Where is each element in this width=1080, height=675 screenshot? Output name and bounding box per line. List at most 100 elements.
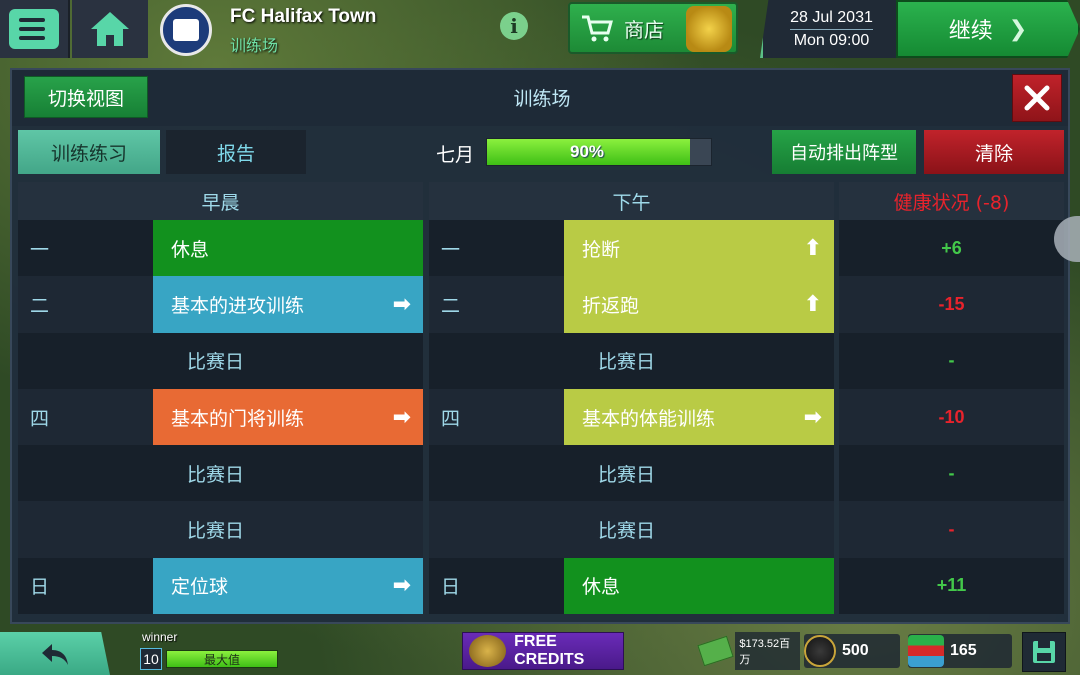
coin-icon <box>804 635 836 667</box>
level-badge: 10 <box>140 648 162 670</box>
day-label: 二 <box>441 294 461 317</box>
switch-view-button[interactable]: 切换视图 <box>24 76 148 118</box>
chips-display[interactable]: 165 <box>908 634 1012 668</box>
matchday-cell: 比赛日 <box>564 333 834 389</box>
tab-report[interactable]: 报告 <box>166 130 306 174</box>
morning-row: 一 休息 <box>18 220 423 277</box>
continue-button[interactable]: 继续 ❯ <box>896 0 1080 58</box>
health-value: -15 <box>839 276 1064 333</box>
time-text: Mon 09:00 <box>793 31 870 49</box>
cash-display: $173.52百万 <box>697 632 800 670</box>
matchday-cell: 比赛日 <box>153 333 423 389</box>
health-value: - <box>839 332 1064 389</box>
panel-header: 切换视图 训练场 <box>12 70 1068 126</box>
panel-title: 训练场 <box>513 88 571 110</box>
coins-amount: 500 <box>842 642 869 659</box>
back-button[interactable] <box>0 632 110 675</box>
training-session-button[interactable]: 折返跑 ⬆ <box>564 276 834 333</box>
training-session-button[interactable]: 抢断 ⬆ <box>564 220 834 277</box>
day-label <box>18 501 153 557</box>
health-value: +11 <box>839 557 1064 615</box>
day-label: 四 <box>441 407 461 430</box>
matchday-cell: 比赛日 <box>153 501 423 557</box>
day-label: 日 <box>30 576 50 599</box>
morning-header: 早晨 <box>18 182 423 220</box>
training-session-button[interactable]: 定位球 ➡ <box>153 557 423 615</box>
close-icon <box>1024 85 1050 111</box>
day-label <box>18 445 153 501</box>
afternoon-row: 比赛日 <box>429 501 834 558</box>
afternoon-column: 下午 一抢断 ⬆ 二折返跑 ⬆ 比赛日四基本的体能训练 ➡ 比赛日 比赛日日休息 <box>429 182 834 615</box>
auto-schedule-button[interactable]: 自动排出阵型 <box>772 130 916 174</box>
day-label <box>18 333 153 389</box>
arrow-up-icon: ⬆ <box>803 235 822 261</box>
session-label: 基本的门将训练 <box>171 407 305 430</box>
shop-button[interactable]: 商店 <box>568 2 738 54</box>
day-label: 二 <box>30 294 50 317</box>
morning-row: 比赛日 <box>18 445 423 502</box>
home-button[interactable] <box>72 0 148 58</box>
cash-amount: $173.52百万 <box>735 632 800 670</box>
date-time-display: 28 Jul 2031 Mon 09:00 <box>760 0 900 58</box>
coins-display[interactable]: 500 <box>804 634 900 668</box>
day-label: 日 <box>441 576 461 599</box>
health-header: 健康状况 (-8) <box>839 182 1064 220</box>
day-label: 一 <box>30 238 50 261</box>
morning-row: 四 基本的门将训练 ➡ <box>18 388 423 446</box>
arrow-right-icon: ➡ <box>392 404 411 430</box>
home-icon <box>91 12 129 46</box>
cash-icon <box>697 635 734 667</box>
session-label: 比赛日 <box>598 520 656 543</box>
training-session-button[interactable]: 休息 <box>153 220 423 277</box>
day-label <box>429 501 564 557</box>
prize-icon <box>686 6 732 52</box>
close-button[interactable] <box>1012 74 1062 122</box>
session-label: 抢断 <box>582 238 621 261</box>
session-label: 基本的体能训练 <box>582 407 716 430</box>
team-crest-icon[interactable] <box>160 4 212 56</box>
session-label: 比赛日 <box>598 463 656 486</box>
cart-icon <box>570 4 624 52</box>
afternoon-row: 比赛日 <box>429 445 834 502</box>
day-label <box>429 333 564 389</box>
afternoon-row: 一 抢断 ⬆ <box>429 220 834 277</box>
day-label: 四 <box>30 407 50 430</box>
player-name: winner <box>142 630 178 644</box>
free-credits-button[interactable]: FREE CREDITS <box>462 632 624 670</box>
info-icon[interactable]: i <box>500 12 528 40</box>
health-value: - <box>839 445 1064 502</box>
clear-button[interactable]: 清除 <box>924 130 1064 174</box>
save-button[interactable] <box>1022 632 1066 672</box>
top-bar: FC Halifax Town 训练场 i 商店 28 Jul 2031 Mon… <box>0 0 1080 62</box>
session-label: 比赛日 <box>187 463 245 486</box>
menu-icon <box>9 9 59 49</box>
training-session-button[interactable]: 休息 <box>564 557 834 615</box>
health-value: -10 <box>839 388 1064 446</box>
training-panel: 切换视图 训练场 训练练习 报告 七月 90% 自动排出阵型 清除 早晨 一休息… <box>10 68 1070 624</box>
free-credits-label: FREE CREDITS <box>514 633 585 668</box>
morning-row: 比赛日 <box>18 501 423 558</box>
session-label: 比赛日 <box>187 520 245 543</box>
continue-label: 继续 <box>948 19 993 44</box>
matchday-cell: 比赛日 <box>153 445 423 501</box>
afternoon-row: 二 折返跑 ⬆ <box>429 276 834 333</box>
chevron-right-icon: ❯ <box>1008 16 1028 42</box>
arrow-right-icon: ➡ <box>392 291 411 317</box>
session-label: 折返跑 <box>582 294 640 317</box>
menu-button[interactable] <box>0 0 70 58</box>
training-session-button[interactable]: 基本的门将训练 ➡ <box>153 388 423 446</box>
session-label: 定位球 <box>171 576 229 599</box>
health-column: 健康状况 (-8) +6 -15- -10- - +11 <box>839 182 1064 615</box>
training-session-button[interactable]: 基本的进攻训练 ➡ <box>153 276 423 333</box>
toolbar: 训练练习 报告 七月 90% 自动排出阵型 清除 <box>12 128 1068 176</box>
morning-row: 比赛日 <box>18 332 423 389</box>
session-label: 比赛日 <box>187 351 245 374</box>
month-label: 七月 <box>436 144 475 166</box>
training-session-button[interactable]: 基本的体能训练 ➡ <box>564 388 834 446</box>
tab-training[interactable]: 训练练习 <box>18 130 160 174</box>
chips-icon <box>908 635 944 667</box>
credits-coin-icon <box>469 635 507 667</box>
matchday-cell: 比赛日 <box>564 445 834 501</box>
session-label: 休息 <box>582 576 621 599</box>
morning-row: 日 定位球 ➡ <box>18 557 423 615</box>
